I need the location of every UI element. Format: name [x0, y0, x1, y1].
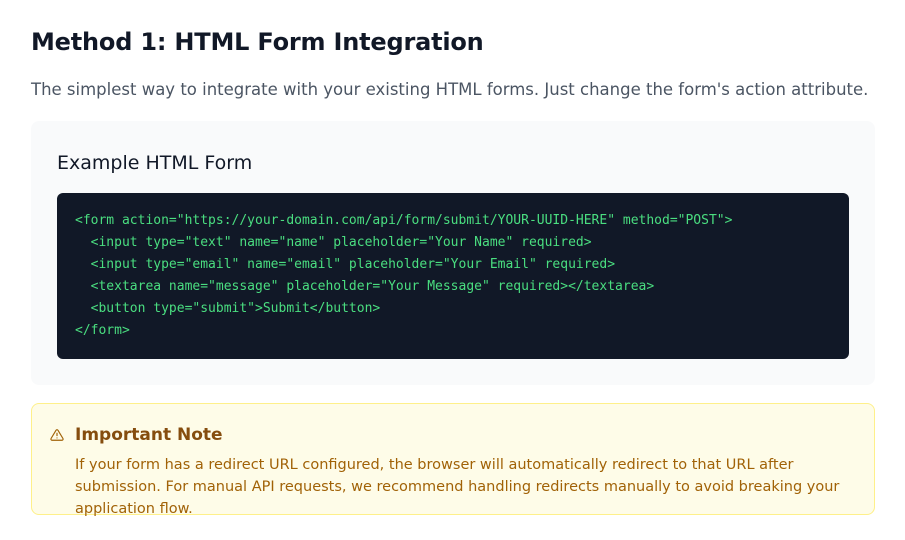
page-subtitle: The simplest way to integrate with your …: [31, 80, 869, 99]
example-card: Example HTML Form <form action="https://…: [31, 121, 875, 385]
code-line: </form>: [75, 323, 130, 338]
code-line: <input type="text" name="name" placehold…: [75, 235, 592, 250]
example-title: Example HTML Form: [57, 152, 253, 174]
code-line: <button type="submit">Submit</button>: [75, 301, 381, 316]
page: Method 1: HTML Form Integration The simp…: [31, 26, 875, 517]
warning-icon: [50, 429, 64, 441]
code-line: <input type="email" name="email" placeho…: [75, 257, 616, 272]
code-line: <textarea name="message" placeholder="Yo…: [75, 279, 655, 294]
code-block[interactable]: <form action="https://your-domain.com/ap…: [57, 193, 849, 359]
code-line: <form action="https://your-domain.com/ap…: [75, 213, 733, 228]
note-body: Important Note If your form has a redire…: [75, 422, 854, 520]
note-title: Important Note: [75, 425, 223, 445]
important-note-card: Important Note If your form has a redire…: [31, 403, 875, 517]
note-text: If your form has a redirect URL configur…: [75, 457, 840, 517]
page-title: Method 1: HTML Form Integration: [31, 28, 484, 56]
